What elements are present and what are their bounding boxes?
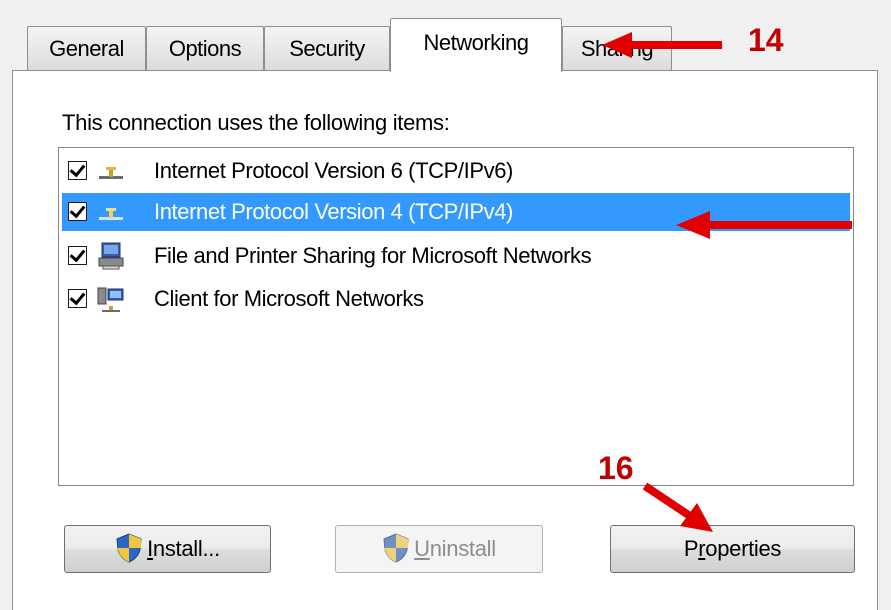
list-item-ipv6[interactable]: Internet Protocol Version 6 (TCP/IPv6) — [62, 152, 850, 190]
network-protocol-icon — [99, 208, 123, 220]
properties-label-rest: operties — [705, 536, 782, 561]
install-label: nstall... — [152, 536, 220, 561]
uac-shield-icon — [116, 533, 142, 563]
printer-sharing-icon — [98, 242, 124, 270]
network-client-icon — [97, 287, 124, 312]
properties-button[interactable]: Properties — [610, 525, 855, 573]
items-list-label: This connection uses the following items… — [62, 110, 450, 135]
network-protocol-icon — [99, 167, 123, 179]
step-16-callout: 16 — [598, 450, 634, 486]
list-item-ipv4[interactable]: Internet Protocol Version 4 (TCP/IPv4) — [62, 193, 850, 231]
tab-networking[interactable]: Networking — [390, 18, 562, 72]
ipv6-checkbox[interactable] — [68, 161, 87, 180]
uac-shield-icon — [383, 533, 409, 563]
uninstall-button[interactable]: Uninstall — [335, 525, 543, 573]
connection-items-list[interactable]: Internet Protocol Version 6 (TCP/IPv6) I… — [58, 147, 854, 486]
client-ms-networks-checkbox[interactable] — [68, 289, 87, 308]
list-item-label: Internet Protocol Version 6 (TCP/IPv6) — [154, 158, 513, 183]
uninstall-label: ninstall — [429, 536, 496, 561]
list-item-client-ms-networks[interactable]: Client for Microsoft Networks — [62, 280, 850, 318]
tab-security[interactable]: Security — [264, 26, 390, 70]
tab-general[interactable]: General — [27, 26, 146, 70]
file-printer-sharing-checkbox[interactable] — [68, 246, 87, 265]
step-14-callout: 14 — [748, 22, 784, 58]
list-item-label: Client for Microsoft Networks — [154, 286, 424, 311]
tab-sharing[interactable]: Sharing — [562, 26, 672, 70]
list-item-label: Internet Protocol Version 4 (TCP/IPv4) — [154, 199, 513, 224]
tab-options[interactable]: Options — [146, 26, 264, 70]
properties-label-start: P — [683, 536, 699, 561]
install-button[interactable]: Install... — [64, 525, 271, 573]
ipv4-checkbox[interactable] — [68, 202, 87, 221]
list-item-label: File and Printer Sharing for Microsoft N… — [154, 243, 592, 268]
uninstall-mnemonic: U — [414, 536, 430, 561]
list-item-file-printer-sharing[interactable]: File and Printer Sharing for Microsoft N… — [62, 237, 850, 275]
